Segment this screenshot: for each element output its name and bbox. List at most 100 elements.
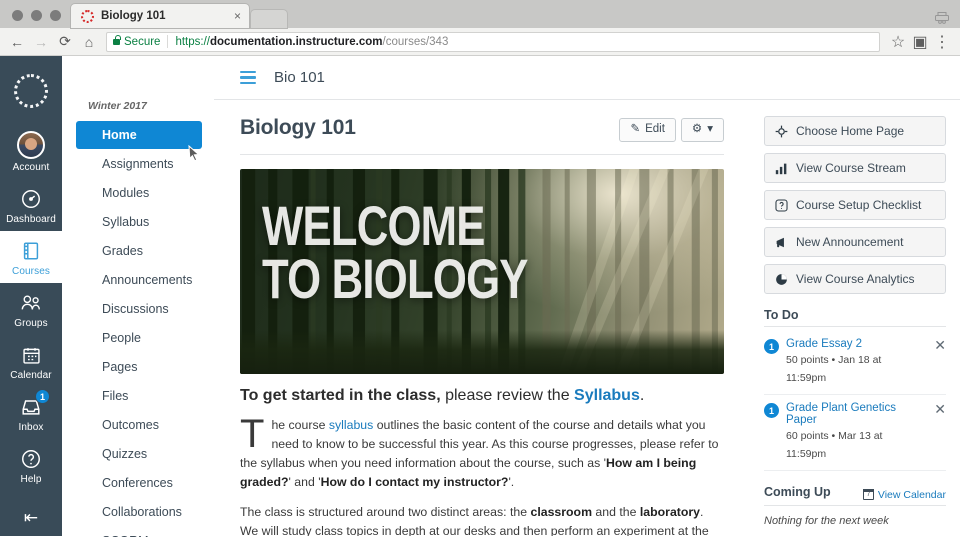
- back-button[interactable]: ←: [6, 31, 28, 53]
- dismiss-todo-icon[interactable]: ✕: [930, 338, 946, 352]
- canvas-logo-icon[interactable]: [14, 74, 48, 108]
- bar-chart-icon: [775, 163, 787, 174]
- reload-button[interactable]: ⟳: [54, 31, 76, 53]
- course-setup-checklist-button[interactable]: Course Setup Checklist: [764, 190, 946, 220]
- hamburger-icon[interactable]: [240, 70, 256, 85]
- todo-link[interactable]: Grade Essay 2: [786, 338, 923, 350]
- window-controls[interactable]: [0, 10, 71, 28]
- p2-bold-2: laboratory: [639, 504, 701, 519]
- p1-d: '.: [508, 474, 515, 489]
- todo-link[interactable]: Grade Plant Genetics Paper: [786, 402, 923, 426]
- syllabus-link-heading[interactable]: Syllabus: [574, 387, 640, 404]
- view-course-analytics-button[interactable]: View Course Analytics: [764, 264, 946, 294]
- course-nav-outcomes[interactable]: Outcomes: [76, 411, 202, 439]
- browser-menu-icon[interactable]: ⋮: [932, 32, 952, 52]
- cast-icon[interactable]: ▣: [910, 32, 930, 52]
- sidebar-item-calendar[interactable]: Calendar: [0, 335, 62, 387]
- course-nav-discussions[interactable]: Discussions: [76, 295, 202, 323]
- course-nav-files[interactable]: Files: [76, 382, 202, 410]
- breadcrumb[interactable]: Bio 101: [274, 69, 325, 86]
- course-nav-modules[interactable]: Modules: [76, 179, 202, 207]
- view-calendar-link[interactable]: 7 View Calendar: [862, 489, 946, 501]
- course-nav-syllabus[interactable]: Syllabus: [76, 208, 202, 236]
- inbox-unread-badge: 1: [35, 389, 50, 404]
- course-navigation: Winter 2017 Home Assignments Modules Syl…: [62, 56, 214, 537]
- structure-paragraph: The class is structured around two disti…: [240, 503, 724, 536]
- canvas-app: Account Dashboard Courses Groups Calenda…: [0, 56, 960, 537]
- calendar-icon: [18, 342, 44, 368]
- sidebar-item-label: Account: [12, 162, 50, 173]
- sidebar-item-inbox[interactable]: 1 Inbox: [0, 387, 62, 439]
- course-nav-grades[interactable]: Grades: [76, 237, 202, 265]
- todo-count-badge: 1: [764, 403, 779, 418]
- rail-button-label: View Course Analytics: [796, 272, 915, 286]
- term-label: Winter 2017: [88, 100, 147, 112]
- settings-menu-button[interactable]: ⚙ ▾: [680, 118, 724, 142]
- rail-button-label: Course Setup Checklist: [796, 198, 922, 212]
- printer-icon: [935, 12, 949, 24]
- sidebar-item-dashboard[interactable]: Dashboard: [0, 179, 62, 231]
- todo-count-badge: 1: [764, 339, 779, 354]
- p2-a: The class is structured around two disti…: [240, 504, 531, 519]
- view-course-stream-button[interactable]: View Course Stream: [764, 153, 946, 183]
- forward-button[interactable]: →: [30, 31, 52, 53]
- todo-item[interactable]: 1 Grade Plant Genetics Paper 60 points •…: [764, 395, 946, 471]
- p1-bold-2: How do I contact my instructor?: [320, 474, 509, 489]
- sidebar-item-account[interactable]: Account: [0, 124, 62, 179]
- course-nav-pages[interactable]: Pages: [76, 353, 202, 381]
- secure-label: Secure: [124, 35, 161, 48]
- omnibox-divider: [167, 35, 169, 48]
- courses-icon: [18, 238, 44, 264]
- course-nav-collaborations[interactable]: Collaborations: [76, 498, 202, 526]
- home-button[interactable]: ⌂: [78, 31, 100, 53]
- url-scheme: https://: [175, 35, 210, 48]
- sidebar-item-label: Calendar: [10, 370, 52, 381]
- bookmark-star-icon[interactable]: ☆: [888, 32, 908, 52]
- close-tab-icon[interactable]: ×: [224, 9, 241, 23]
- window-close-button[interactable]: [12, 10, 23, 21]
- new-announcement-button[interactable]: New Announcement: [764, 227, 946, 257]
- window-maximize-button[interactable]: [50, 10, 61, 21]
- chevron-down-icon: ▾: [707, 123, 713, 135]
- edit-button-label: Edit: [645, 123, 665, 135]
- course-nav-conferences[interactable]: Conferences: [76, 469, 202, 497]
- coming-up-heading: Coming Up 7 View Calendar: [764, 485, 946, 506]
- dashboard-icon: [18, 186, 44, 212]
- coming-up-label: Coming Up: [764, 485, 831, 499]
- sidebar-item-groups[interactable]: Groups: [0, 283, 62, 335]
- browser-tab-bar: Biology 101 ×: [0, 0, 960, 28]
- edit-button[interactable]: ✎ Edit: [619, 118, 676, 142]
- sidebar-item-courses[interactable]: Courses: [0, 231, 62, 283]
- page-title: Biology 101: [240, 116, 356, 139]
- dismiss-todo-icon[interactable]: ✕: [930, 402, 946, 416]
- todo-heading: To Do: [764, 308, 946, 327]
- course-nav-scorm[interactable]: SCORM: [76, 527, 202, 537]
- course-nav-people[interactable]: People: [76, 324, 202, 352]
- new-tab-button[interactable]: [251, 10, 287, 28]
- course-nav-home[interactable]: Home: [76, 121, 202, 149]
- sidebar-item-label: Courses: [12, 266, 50, 277]
- sidebar-item-help[interactable]: Help: [0, 439, 62, 491]
- pie-chart-icon: [776, 273, 787, 285]
- sidebar-item-label: Groups: [14, 318, 48, 329]
- choose-home-page-button[interactable]: Choose Home Page: [764, 116, 946, 146]
- window-minimize-button[interactable]: [31, 10, 42, 21]
- todo-body: Grade Essay 2 50 points • Jan 18 at 11:5…: [786, 338, 923, 386]
- content-column: Bio 101 Biology 101 ✎ Edit ⚙ ▾ WELCOME T…: [214, 56, 960, 536]
- browser-tab[interactable]: Biology 101 ×: [71, 4, 249, 28]
- todo-item[interactable]: 1 Grade Essay 2 50 points • Jan 18 at 11…: [764, 331, 946, 395]
- syllabus-link-inline[interactable]: syllabus: [329, 418, 373, 432]
- course-nav-announcements[interactable]: Announcements: [76, 266, 202, 294]
- browser-toolbar: ← → ⟳ ⌂ Secure https://documentation.ins…: [0, 28, 960, 56]
- sidebar-item-label: Dashboard: [6, 214, 56, 225]
- course-nav-assignments[interactable]: Assignments: [76, 150, 202, 178]
- page-actions: ✎ Edit ⚙ ▾: [619, 116, 724, 142]
- hero-banner-text: WELCOME TO BIOLOGY: [262, 197, 528, 306]
- address-bar[interactable]: Secure https://documentation.instructure…: [106, 31, 880, 52]
- window-titlebar-actions: [934, 12, 950, 24]
- course-sidebar: Choose Home Page View Course Stream Cour…: [752, 100, 960, 536]
- breadcrumb-bar: Bio 101: [214, 56, 960, 100]
- course-nav-quizzes[interactable]: Quizzes: [76, 440, 202, 468]
- p1-c: ' and ': [288, 474, 321, 489]
- collapse-nav-button[interactable]: ⇤: [0, 508, 62, 528]
